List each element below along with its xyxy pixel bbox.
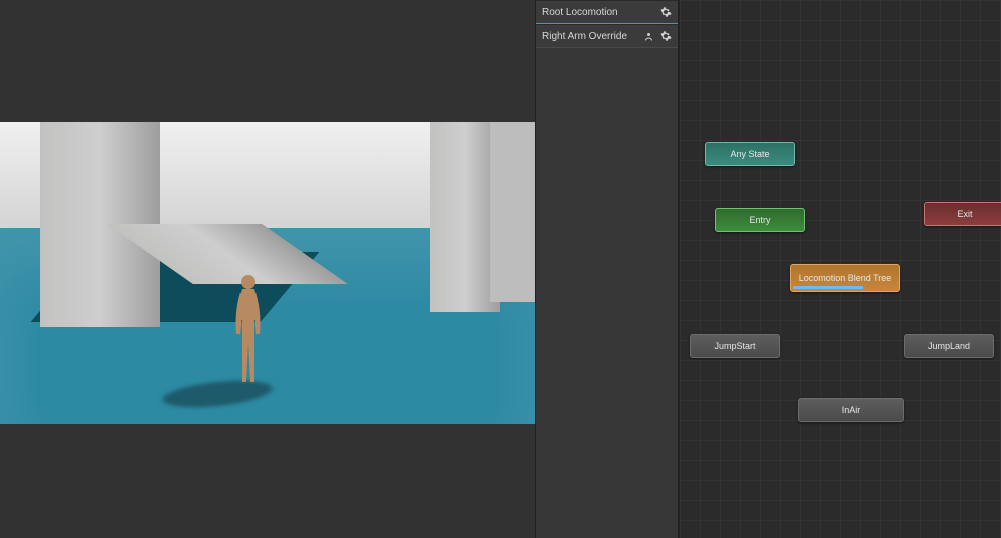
gear-icon[interactable] xyxy=(660,30,672,42)
layers-panel: Root Locomotion Right Arm Override xyxy=(535,0,679,538)
layer-label: Root Locomotion xyxy=(542,7,660,18)
node-in-air[interactable]: InAir xyxy=(798,398,904,422)
layer-row[interactable]: Root Locomotion xyxy=(536,0,678,24)
node-blend-tree[interactable]: Locomotion Blend Tree xyxy=(790,264,900,292)
node-exit[interactable]: Exit xyxy=(924,202,1001,226)
gear-icon[interactable] xyxy=(660,6,672,18)
node-progress-bar xyxy=(793,286,863,289)
mask-icon[interactable] xyxy=(644,30,656,42)
node-jump-land[interactable]: JumpLand xyxy=(904,334,994,358)
scene-pillar xyxy=(490,122,535,302)
state-machine-graph[interactable]: Any State Entry Exit Locomotion Blend Tr… xyxy=(679,0,1001,538)
character xyxy=(228,272,268,392)
game-render xyxy=(0,122,535,424)
node-any-state[interactable]: Any State xyxy=(705,142,795,166)
node-label: Locomotion Blend Tree xyxy=(799,273,892,283)
node-entry[interactable]: Entry xyxy=(715,208,805,232)
layer-row[interactable]: Right Arm Override xyxy=(536,24,678,48)
layer-label: Right Arm Override xyxy=(542,31,644,42)
node-jump-start[interactable]: JumpStart xyxy=(690,334,780,358)
game-view xyxy=(0,0,535,538)
graph-edges xyxy=(680,0,980,150)
